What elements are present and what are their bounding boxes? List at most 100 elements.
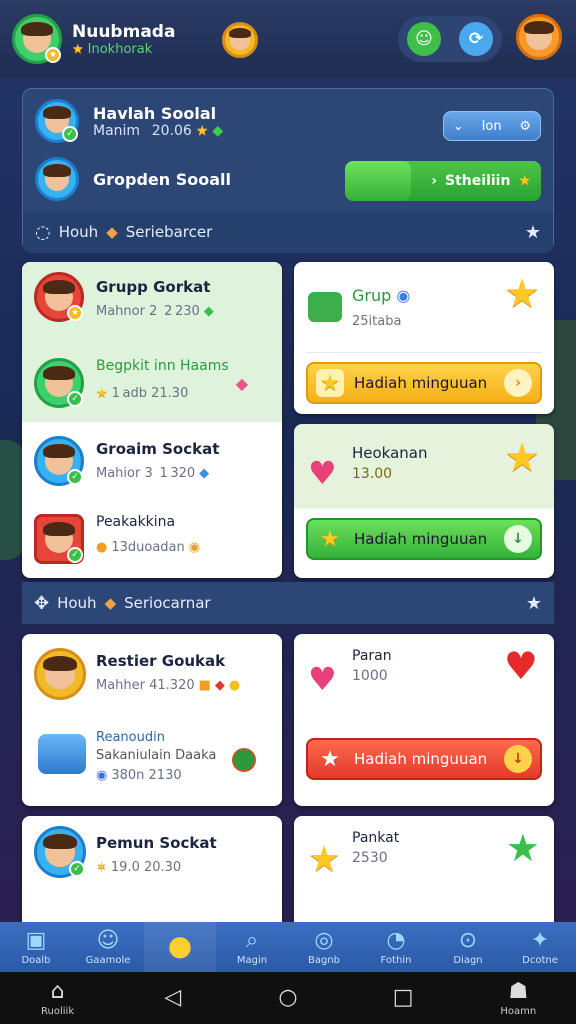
sparkle-icon: ✶ [96,860,107,875]
chevron-down-icon: ⌄ [452,118,464,134]
back-button[interactable]: ◁ [143,986,203,1010]
profile-nav-button[interactable]: ☗ Hoamn [488,978,548,1017]
check-badge-icon: ✓ [69,861,85,877]
refresh-icon[interactable]: ⟳ [459,22,493,56]
chest-icon [38,734,86,774]
row-title: Havlah Soolal [93,103,217,123]
clipboard-icon: ▣ [25,927,47,953]
tab-label: Gaamole [85,954,131,966]
recents-button[interactable]: □ [373,986,433,1010]
arrow-down-icon: ↓ [504,745,532,773]
reward-button-label: Hadiah minguuan [354,750,488,768]
section-left-label[interactable]: Houh [59,223,98,241]
weekly-reward-button[interactable]: ★ Hadiah minguuan ↓ [306,518,542,560]
profile-icon: ☗ [508,978,529,1004]
row-title: Gropden Sooall [93,169,232,189]
gem-icon: ◆ [214,678,225,693]
chevron-right-icon: › [431,173,438,189]
social-join-button[interactable]: › Stheiliin ★ [345,161,541,201]
check-badge-icon: ✓ [67,391,83,407]
coin-icon: ● [96,540,108,555]
home-circle-button[interactable]: ○ [258,986,318,1010]
card-title: Pemun Sockat [96,834,217,852]
tab-doalb[interactable]: ▣ Doalb [0,922,72,972]
avatar[interactable]: ✓ [34,436,84,486]
card-value: 13.00 [352,466,393,482]
back-triangle-icon: ◁ [164,985,182,1010]
tab-dcotne[interactable]: ✦ Dcotne [504,922,576,972]
tab-fothin[interactable]: ◔ Fothin [360,922,432,972]
gem-icon: ◆ [235,374,248,393]
avatar[interactable]: ✓ [35,99,79,143]
tab-gaamole[interactable]: ☺ Gaamole [72,922,144,972]
gold-badge-icon: ★ [67,305,83,321]
card-section: ✓ Groaim Sockat Mahior 3 1 320 ◆ ✓ Peakak… [22,422,282,578]
heart-icon: ♥ [308,454,337,492]
reward-card: ★ Pankat 2530 ★ [294,816,554,936]
card-title: Heokanan [352,444,428,462]
bag-icon: ◆ [104,594,117,612]
avatar[interactable]: ✓ [34,358,84,408]
star-outline-icon[interactable]: ★ [526,593,542,614]
chat-bubble-icon[interactable]: ☺ [407,22,441,56]
arrow-down-icon: ↓ [504,525,532,553]
star-icon: ★ [195,122,209,139]
heart-icon: ♥ [308,660,337,698]
section-right-label[interactable]: Seriebarcer [126,223,213,241]
tab-magin[interactable]: ⌕ Magin [216,922,288,972]
chat-icon[interactable]: ◌ [35,222,51,243]
avatar[interactable]: ✓ [34,826,86,878]
filter-pill[interactable]: ⌄ Ion ⚙ [443,111,541,141]
star-icon: ★ [504,435,540,481]
tab-label: Magin [236,954,268,966]
check-badge-icon: ✓ [67,469,83,485]
profile-avatar[interactable] [516,14,562,60]
card-subtitle: Mahior 3 1 320 ◆ [96,466,209,481]
weekly-reward-button[interactable]: ★ Hadiah minguuan ↓ [306,738,542,780]
check-badge-icon: ✓ [67,547,83,563]
tab-label: Doalb [21,954,51,966]
card-title: Pankat [352,830,400,846]
avatar[interactable]: ★ [34,272,84,322]
weekly-reward-button[interactable]: ★ Hadiah minguuan › [306,362,542,404]
group-card: ✓ Pemun Sockat ✶ 19.0 20.30 [22,816,282,936]
card-subtitle: 25itaba [352,314,402,329]
card-title: Grupp Gorkat [96,278,211,296]
friend-avatar-icon[interactable] [222,22,258,58]
user-subtitle: ★ Inokhorak [72,42,175,57]
avatar[interactable] [35,157,79,201]
profile-nav-label: Hoamn [500,1005,537,1017]
row-sub-text: Manim 20.06 [93,122,192,139]
star-outline-icon[interactable]: ★ [525,222,541,243]
gear-icon[interactable]: ✥ [34,593,49,614]
home-nav-button[interactable]: ⌂ Ruoliik [28,979,88,1017]
tab-bagnb[interactable]: ◎ Bagnb [288,922,360,972]
user-info: Nuubmada ★ Inokhorak [72,22,175,57]
section-right-label[interactable]: Seriocarnar [124,594,210,612]
tab-bell[interactable]: ● [144,922,216,972]
card-sub-text: Mahher 41.320 [96,678,195,693]
chest-icon: ■ [198,678,211,693]
green-gem-icon [308,292,342,322]
coin-icon [232,748,256,772]
card-value: 2530 [352,850,388,866]
avatar[interactable]: ✓ [34,514,84,564]
card-title: Peakakkina [96,514,176,530]
filter-pill-label: Ion [481,118,502,134]
card-value: 1000 [352,668,388,684]
card-title: Grup ◉ [352,286,410,305]
avatar[interactable] [34,648,86,700]
card-subtitle: ● 13duoadan ◉ [96,540,200,555]
home-circle-icon: ○ [278,985,298,1010]
star-icon: ★ [504,271,540,317]
gear-icon: ⚙ [519,118,532,134]
globe-icon: ◉ [396,286,411,305]
card-sub-text: Mahior 3 1 320 [96,466,196,481]
reward-card: ♥ Paran 1000 ♥ ★ Hadiah minguuan ↓ [294,634,554,806]
card-section-highlight: ★ Grupp Gorkat Mahnor 2 2 230 ◆ ✓ Begpkit… [22,262,282,422]
section-left-label[interactable]: Houh [57,594,96,612]
tab-label: Dcotne [522,954,558,966]
tab-diagn[interactable]: ⊙ Diagn [432,922,504,972]
target-icon: ◎ [314,927,334,953]
user-avatar[interactable]: ★ [12,14,62,64]
